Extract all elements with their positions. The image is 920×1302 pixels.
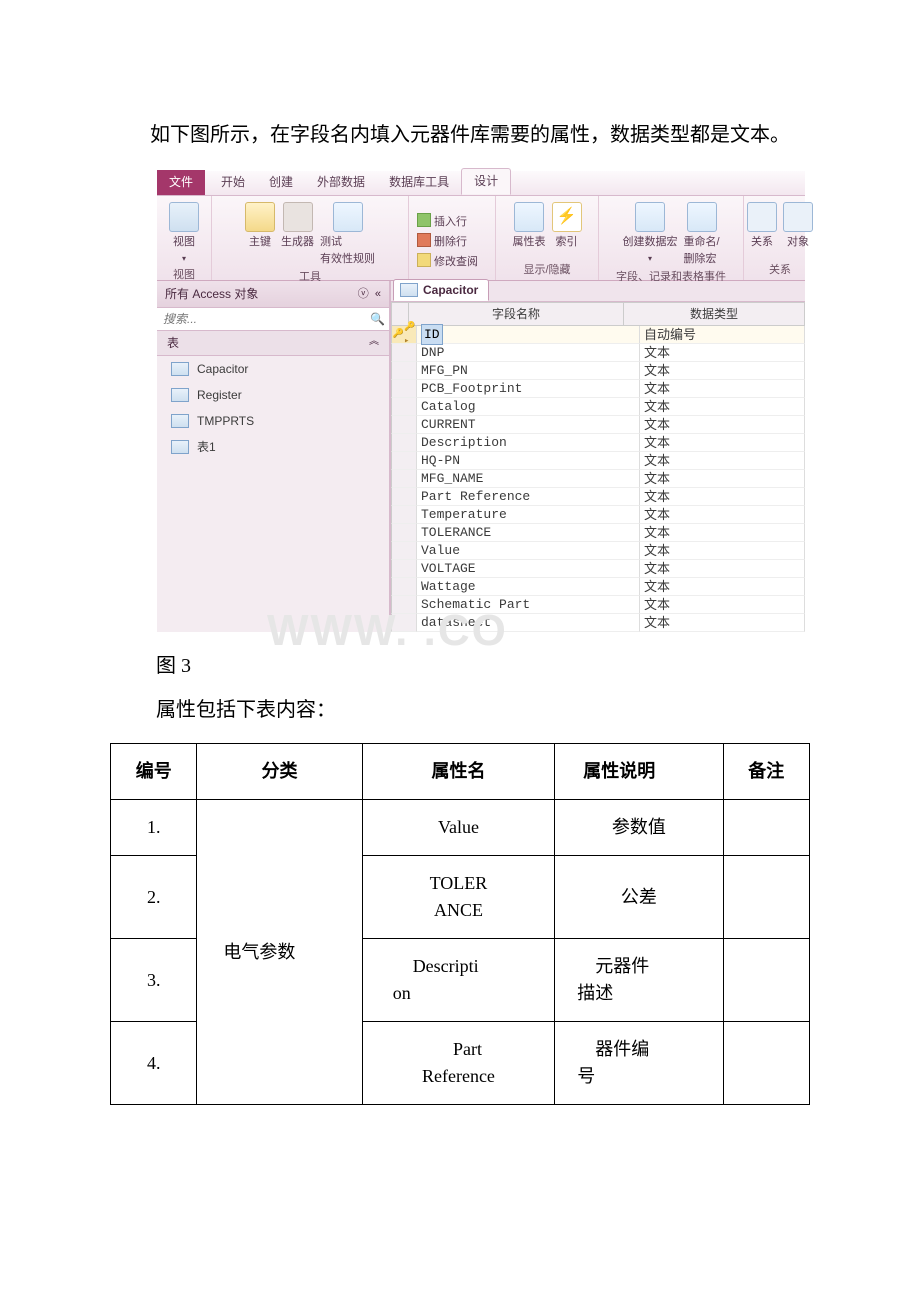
field-row[interactable]: PCB_Footprint文本 <box>391 380 805 398</box>
search-input[interactable] <box>161 311 370 327</box>
primary-key-button[interactable]: 主键 <box>245 202 275 251</box>
table-designer: Capacitor 字段名称 数据类型 🔑▸ID自动编号DNP文本MFG_PN文… <box>390 281 805 632</box>
field-row[interactable]: 🔑▸ID自动编号 <box>391 326 805 344</box>
tab-create[interactable]: 创建 <box>257 170 305 195</box>
table-row: 1. 电气参数 Value 参数值 <box>111 800 810 856</box>
prop-table-intro: 属性包括下表内容： <box>156 695 810 725</box>
ribbon-body: 视图▾ 视图 主键 生成器 测试 有效性规则 工具 插入行 删除行 修改查阅 属… <box>157 196 805 281</box>
group-showhide-label: 显示/隐藏 <box>523 260 570 279</box>
field-row[interactable]: Wattage文本 <box>391 578 805 596</box>
field-row[interactable]: Part Reference文本 <box>391 488 805 506</box>
field-row[interactable]: MFG_NAME文本 <box>391 470 805 488</box>
ribbon-tabstrip: 文件 开始 创建 外部数据 数据库工具 设计 <box>157 171 805 196</box>
access-screenshot: WWW. .CO 文件 开始 创建 外部数据 数据库工具 设计 视图▾ 视图 主… <box>156 170 806 633</box>
nav-item-register[interactable]: Register <box>157 382 389 408</box>
tab-external-data[interactable]: 外部数据 <box>305 170 377 195</box>
table-icon <box>400 283 418 297</box>
view-button[interactable]: 视图▾ <box>169 202 199 265</box>
cell-category-electrical: 电气参数 <box>197 800 362 1105</box>
create-data-macro-button[interactable]: 创建数据宏▾ <box>622 202 677 265</box>
nav-item-tmpprts[interactable]: TMPPRTS <box>157 408 389 434</box>
relationships-button[interactable]: 关系 <box>747 202 777 251</box>
th-note: 备注 <box>723 744 809 800</box>
th-category: 分类 <box>197 744 362 800</box>
th-name: 属性名 <box>362 744 555 800</box>
tab-file[interactable]: 文件 <box>157 170 205 195</box>
column-field-name: 字段名称 <box>409 302 624 326</box>
builder-button[interactable]: 生成器 <box>281 202 314 251</box>
intro-paragraph: 如下图所示，在字段名内填入元器件库需要的属性，数据类型都是文本。 <box>110 120 810 150</box>
field-row[interactable]: CURRENT文本 <box>391 416 805 434</box>
field-row[interactable]: Catalog文本 <box>391 398 805 416</box>
field-row[interactable]: VOLTAGE文本 <box>391 560 805 578</box>
property-table: 编号 分类 属性名 属性说明 备注 1. 电气参数 Value 参数值 2. T… <box>110 743 810 1105</box>
field-row[interactable]: TOLERANCE文本 <box>391 524 805 542</box>
delete-rows-button[interactable]: 删除行 <box>417 233 467 250</box>
test-validation-button[interactable]: 测试 有效性规则 <box>320 202 375 267</box>
property-sheet-button[interactable]: 属性表 <box>513 202 546 251</box>
tab-design[interactable]: 设计 <box>461 168 511 195</box>
th-desc: 属性说明 <box>555 744 723 800</box>
th-no: 编号 <box>111 744 197 800</box>
field-row[interactable]: Value文本 <box>391 542 805 560</box>
nav-section-tables[interactable]: 表 <box>167 334 179 352</box>
document-tab-capacitor[interactable]: Capacitor <box>393 279 489 301</box>
nav-collapse-icon[interactable]: ⓥ « <box>358 286 381 303</box>
chevron-up-icon[interactable]: ︽ <box>369 334 379 352</box>
navigation-pane: 所有 Access 对象 ⓥ « 🔍 表 ︽ Capacitor Registe… <box>157 281 390 632</box>
insert-rows-button[interactable]: 插入行 <box>417 213 467 230</box>
rename-delete-macro-button[interactable]: 重命名/ 删除宏 <box>683 202 719 267</box>
table-icon <box>171 414 189 428</box>
field-row[interactable]: MFG_PN文本 <box>391 362 805 380</box>
column-data-type: 数据类型 <box>624 302 805 326</box>
nav-item-table1[interactable]: 表1 <box>157 434 389 460</box>
tab-home[interactable]: 开始 <box>209 170 257 195</box>
indexes-button[interactable]: 索引 <box>552 202 582 251</box>
table-icon <box>171 440 189 454</box>
field-row[interactable]: Temperature文本 <box>391 506 805 524</box>
object-dependencies-button[interactable]: 对象 <box>783 202 813 251</box>
field-row[interactable]: Schematic Part文本 <box>391 596 805 614</box>
field-row[interactable]: HQ-PN文本 <box>391 452 805 470</box>
field-row[interactable]: Description文本 <box>391 434 805 452</box>
nav-title: 所有 Access 对象 <box>165 285 258 303</box>
table-icon <box>171 388 189 402</box>
tab-database-tools[interactable]: 数据库工具 <box>377 170 461 195</box>
search-icon[interactable]: 🔍 <box>370 310 385 328</box>
table-icon <box>171 362 189 376</box>
field-row[interactable]: datasheet文本 <box>391 614 805 632</box>
figure-caption: 图 3 <box>156 651 810 681</box>
modify-lookup-button[interactable]: 修改查阅 <box>417 253 478 270</box>
field-row[interactable]: DNP文本 <box>391 344 805 362</box>
table-header-row: 编号 分类 属性名 属性说明 备注 <box>111 744 810 800</box>
nav-item-capacitor[interactable]: Capacitor <box>157 356 389 382</box>
group-relationships-label: 关系 <box>769 260 791 279</box>
